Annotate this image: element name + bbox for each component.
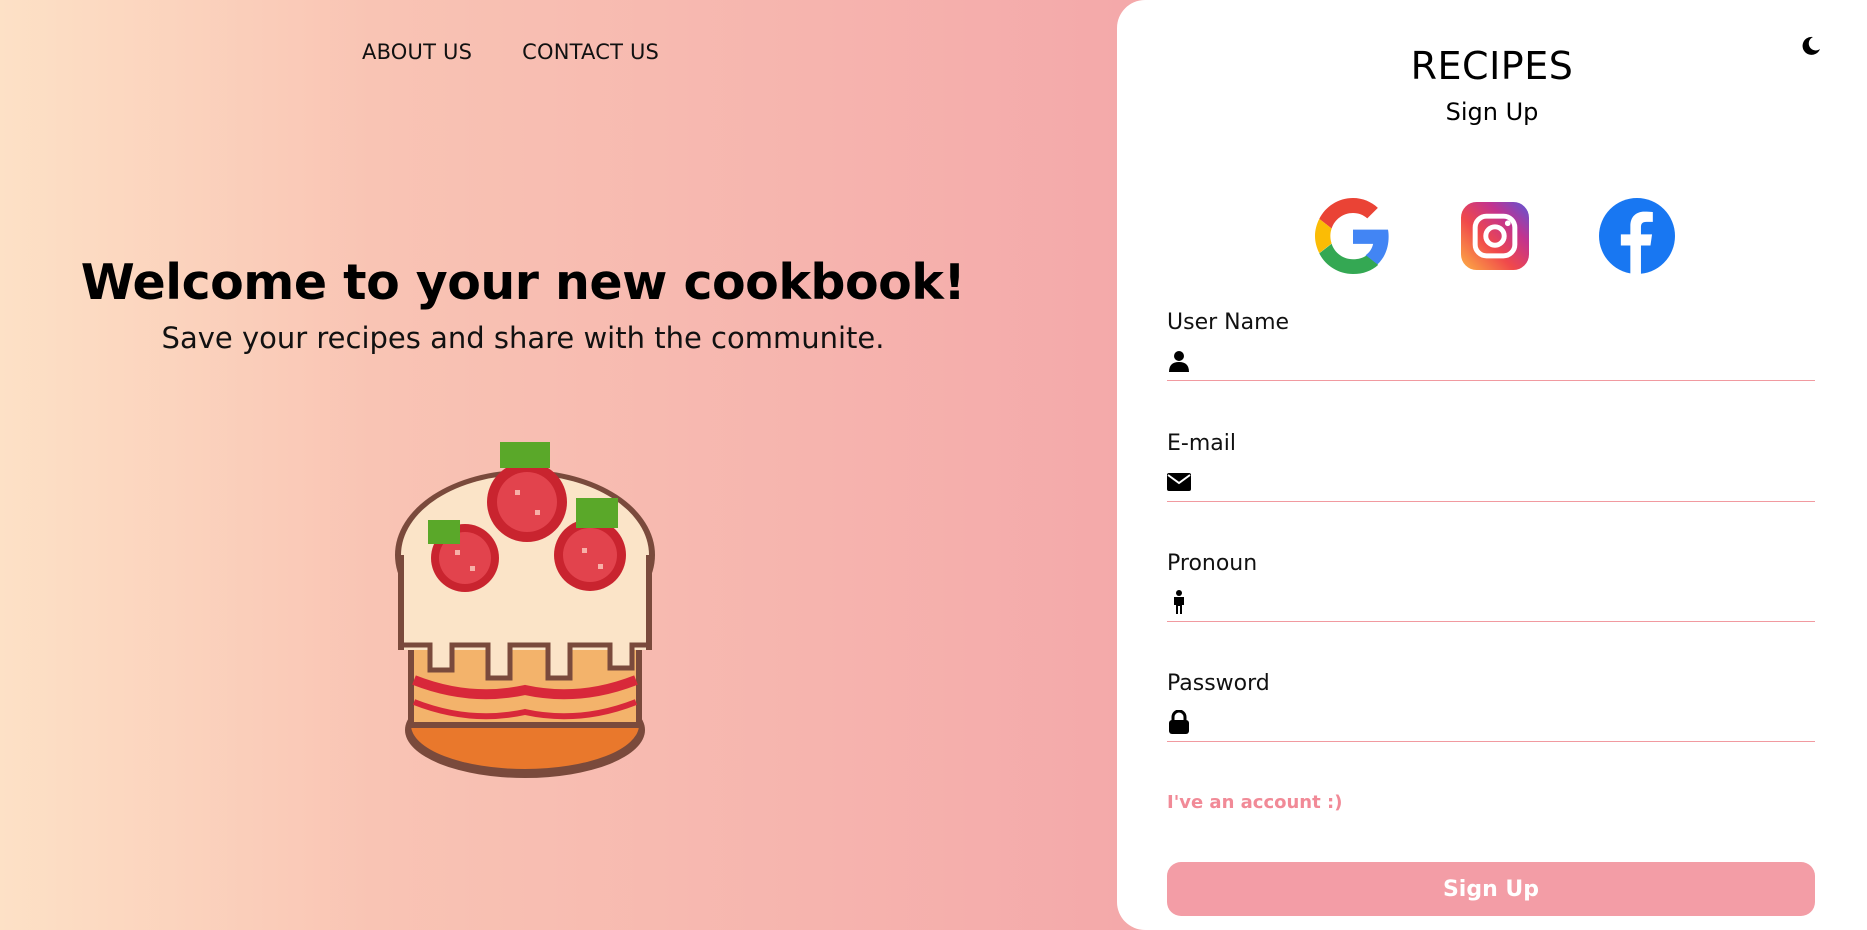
hero-title: Welcome to your new cookbook! [80, 254, 966, 311]
instagram-icon [1461, 202, 1529, 270]
nav-contact-us[interactable]: CONTACT US [522, 40, 659, 64]
person-icon [1167, 589, 1191, 614]
social-login-group [1315, 198, 1675, 274]
facebook-icon [1599, 198, 1675, 274]
pronoun-row [1167, 582, 1815, 622]
pronoun-field-group: Pronoun [1167, 551, 1815, 622]
pronoun-label: Pronoun [1167, 551, 1258, 576]
brand-title: RECIPES [1410, 44, 1574, 88]
top-nav: ABOUT US CONTACT US [362, 40, 659, 64]
email-row [1167, 462, 1815, 502]
signup-card: RECIPES Sign Up User Name E-mail Pronoun… [1117, 0, 1867, 930]
password-row [1167, 702, 1815, 742]
instagram-login-button[interactable] [1457, 198, 1533, 274]
lock-icon [1167, 709, 1191, 734]
envelope-icon [1167, 470, 1191, 494]
hero-subtitle: Save your recipes and share with the com… [161, 321, 885, 355]
pronoun-input[interactable] [1199, 583, 1815, 620]
landing-section: ABOUT US CONTACT US Welcome to your new … [0, 0, 1117, 930]
facebook-login-button[interactable] [1599, 198, 1675, 274]
strawberry-cake-illustration [395, 442, 655, 778]
form-title: Sign Up [1445, 98, 1539, 126]
hero: Welcome to your new cookbook! Save your … [0, 254, 1046, 355]
password-field-group: Password [1167, 671, 1815, 742]
google-login-button[interactable] [1315, 198, 1391, 274]
username-input[interactable] [1199, 342, 1815, 379]
password-input[interactable] [1199, 703, 1815, 740]
email-input[interactable] [1199, 463, 1815, 500]
username-row [1167, 341, 1815, 381]
username-field-group: User Name [1167, 310, 1815, 381]
password-label: Password [1167, 671, 1270, 696]
nav-about-us[interactable]: ABOUT US [362, 40, 472, 64]
user-icon [1167, 349, 1191, 373]
username-label: User Name [1167, 310, 1290, 335]
existing-account-link[interactable]: I've an account :) [1167, 792, 1342, 813]
email-field-group: E-mail [1167, 431, 1815, 502]
email-label: E-mail [1167, 431, 1236, 456]
signup-button[interactable]: Sign Up [1167, 862, 1815, 916]
google-icon [1315, 198, 1389, 274]
